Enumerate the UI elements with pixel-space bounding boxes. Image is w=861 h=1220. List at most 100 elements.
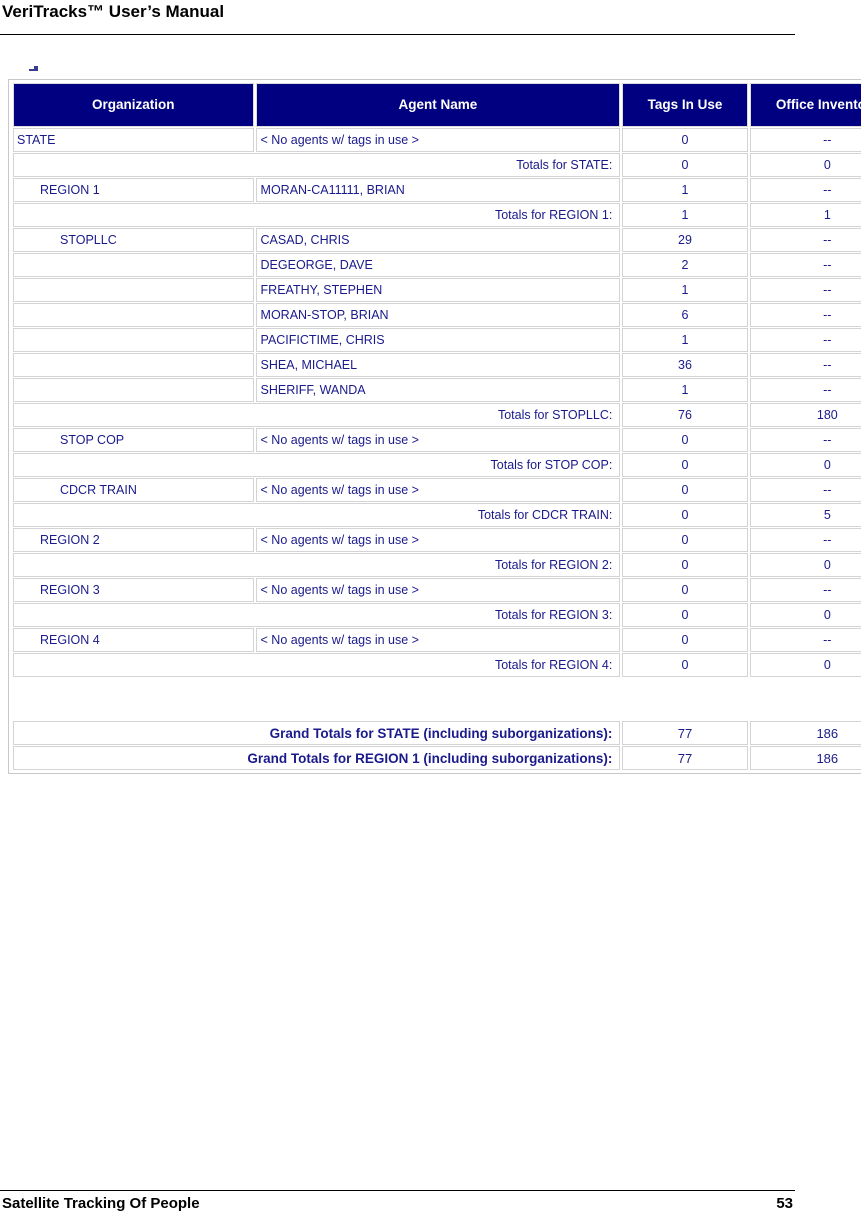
cell-office-inventory: -- [749,303,861,327]
subtotal-label: Totals for CDCR TRAIN: [13,503,621,527]
footer-company-name: Satellite Tracking Of People [2,1195,200,1212]
grand-total-office-inventory: 186 [749,746,861,770]
cell-organization: REGION 3 [13,578,254,602]
table-row: STOP COP < No agents w/ tags in use >0 -- [13,428,861,452]
column-header-tags-in-use[interactable]: Tags In Use [622,83,748,127]
table-row: CDCR TRAIN < No agents w/ tags in use >0-… [13,478,861,502]
cell-tags-in-use: 2 [622,253,748,277]
cell-organization: STOPLLC [13,228,254,252]
cell-agent-name: DEGEORGE, DAVE [255,253,621,277]
subtotal-row: Totals for REGION 2: 0 0 [13,553,861,577]
subtotal-label: Totals for REGION 2: [13,553,621,577]
table-row: FREATHY, STEPHEN 1 -- [13,278,861,302]
cell-agent-name: < No agents w/ tags in use > [255,428,621,452]
cell-organization: REGION 4 [13,628,254,652]
cell-tags-in-use: 0 [622,128,748,152]
subtotal-tags-in-use: 0 [622,503,748,527]
header-row: Organization Agent Name Tags In Use Offi… [13,83,861,127]
table-row: REGION 1 MORAN-CA11111, BRIAN 1 -- [13,178,861,202]
footer-page-number: 53 [776,1195,793,1212]
subtotal-office-inventory: 0 [749,653,861,677]
table-row: STATE < No agents w/ tags in use >0 -- [13,128,861,152]
cell-tags-in-use: 29 [622,228,748,252]
cell-office-inventory: -- [749,428,861,452]
table-row: DEGEORGE, DAVE 2 -- [13,253,861,277]
grand-total-row: Grand Totals for STATE (including suborg… [13,721,861,745]
cell-tags-in-use: 0 [622,478,748,502]
cell-organization: STOP COP [13,428,254,452]
subtotal-label: Totals for STOPLLC: [13,403,621,427]
table-row: MORAN-STOP, BRIAN 6 -- [13,303,861,327]
cell-office-inventory: -- [749,478,861,502]
cell-organization [13,378,254,402]
cell-agent-name: SHEA, MICHAEL [255,353,621,377]
subtotal-office-inventory: 1 [749,203,861,227]
subtotal-tags-in-use: 0 [622,153,748,177]
cell-office-inventory: -- [749,228,861,252]
cell-agent-name: < No agents w/ tags in use > [255,578,621,602]
cell-tags-in-use: 1 [622,178,748,202]
cell-agent-name: MORAN-STOP, BRIAN [255,303,621,327]
subtotal-label: Totals for REGION 3: [13,603,621,627]
cell-organization: REGION 1 [13,178,254,202]
cell-organization [13,303,254,327]
grand-total-label: Grand Totals for REGION 1 (including sub… [13,746,621,770]
subtotal-tags-in-use: 0 [622,603,748,627]
cell-tags-in-use: 0 [622,628,748,652]
cell-tags-in-use: 36 [622,353,748,377]
cell-office-inventory: -- [749,353,861,377]
column-header-organization[interactable]: Organization [13,83,254,127]
table-row: SHERIFF, WANDA 1 -- [13,378,861,402]
grand-total-label: Grand Totals for STATE (including suborg… [13,721,621,745]
cell-tags-in-use: 0 [622,578,748,602]
cell-tags-in-use: 1 [622,378,748,402]
column-header-office-inventory[interactable]: Office Inventory [749,83,861,127]
subtotal-tags-in-use: 0 [622,553,748,577]
cell-organization [13,253,254,277]
cell-office-inventory: -- [749,328,861,352]
subtotal-tags-in-use: 76 [622,403,748,427]
cell-agent-name: < No agents w/ tags in use > [255,628,621,652]
subtotal-office-inventory: 0 [749,453,861,477]
table-row: SHEA, MICHAEL 36 -- [13,353,861,377]
page-title: VeriTracks™ User’s Manual [2,2,225,21]
subtotal-row: Totals for REGION 4: 0 0 [13,653,861,677]
cell-agent-name: PACIFICTIME, CHRIS [255,328,621,352]
subtotal-row: Totals for STOPLLC: 76 180 [13,403,861,427]
column-header-agent-name[interactable]: Agent Name [255,83,621,127]
subtotal-office-inventory: 180 [749,403,861,427]
cell-organization [13,328,254,352]
cell-agent-name: < No agents w/ tags in use > [255,128,621,152]
cell-agent-name: < No agents w/ tags in use > [255,478,621,502]
cell-office-inventory: -- [749,528,861,552]
cell-agent-name: CASAD, CHRIS [255,228,621,252]
subtotal-row: Totals for STATE: 0 0 [13,153,861,177]
cell-office-inventory: -- [749,578,861,602]
subtotal-label: Totals for STOP COP: [13,453,621,477]
cell-office-inventory: -- [749,253,861,277]
subtotal-office-inventory: 0 [749,603,861,627]
subtotal-label: Totals for STATE: [13,153,621,177]
header-divider [0,34,795,35]
report-table-header: Organization Agent Name Tags In Use Offi… [13,83,861,127]
subtotal-row: Totals for STOP COP: 0 0 [13,453,861,477]
cell-organization [13,353,254,377]
cell-tags-in-use: 1 [622,278,748,302]
cell-tags-in-use: 1 [622,328,748,352]
spacer-cell [13,678,861,720]
cell-tags-in-use: 0 [622,528,748,552]
table-row: PACIFICTIME, CHRIS 1 -- [13,328,861,352]
grand-total-tags-in-use: 77 [622,746,748,770]
page-header: VeriTracks™ User’s Manual [0,0,795,35]
grand-total-row: Grand Totals for REGION 1 (including sub… [13,746,861,770]
grand-total-office-inventory: 186 [749,721,861,745]
cell-tags-in-use: 6 [622,303,748,327]
grand-total-tags-in-use: 77 [622,721,748,745]
cell-organization: REGION 2 [13,528,254,552]
cell-office-inventory: -- [749,178,861,202]
cell-organization: CDCR TRAIN [13,478,254,502]
cell-agent-name: SHERIFF, WANDA [255,378,621,402]
table-row: REGION 3 < No agents w/ tags in use >0 -- [13,578,861,602]
subtotal-tags-in-use: 1 [622,203,748,227]
scroll-artifact-icon [29,66,38,71]
